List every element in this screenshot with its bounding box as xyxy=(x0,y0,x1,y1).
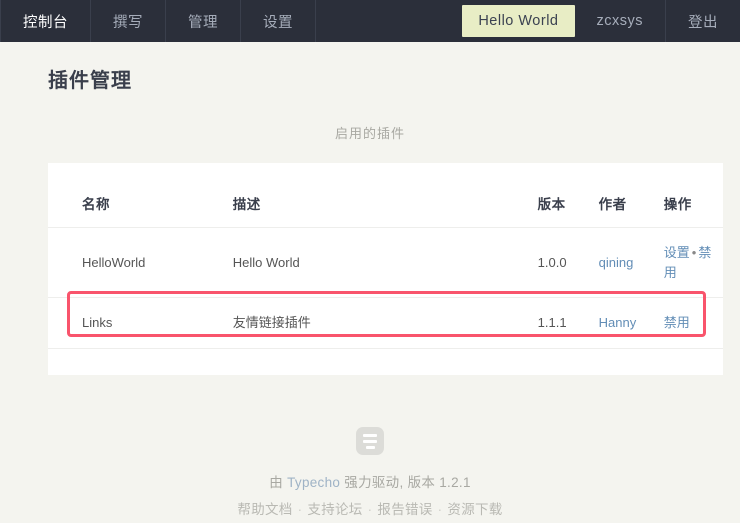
cell-plugin-name: Links xyxy=(48,297,227,349)
cell-plugin-description: 友情链接插件 xyxy=(226,297,532,349)
plugins-table-body: HelloWorld Hello World 1.0.0 qining 设置 • 禁… xyxy=(48,227,723,349)
typecho-link[interactable]: Typecho xyxy=(287,475,340,490)
typecho-logo-icon xyxy=(356,427,384,455)
nav-item-username[interactable]: zcxsys xyxy=(575,0,666,42)
cell-plugin-version: 1.0.0 xyxy=(531,227,593,298)
page-footer: 由 Typecho 强力驱动, 版本 1.2.1 帮助文档 · 支持论坛 · 报告错误 ·… xyxy=(0,425,740,523)
column-header-description: 描述 xyxy=(226,163,532,228)
plugin-author-link[interactable]: Hanny xyxy=(599,315,637,330)
plugins-table-head: 名称 描述 版本 作者 操作 xyxy=(48,163,723,228)
column-header-action: 操作 xyxy=(657,163,723,228)
footer-powered-suffix: 强力驱动, 版本 1.2.1 xyxy=(340,475,471,490)
navbar-spacer xyxy=(316,0,462,42)
cell-plugin-name: HelloWorld xyxy=(48,227,227,298)
section-heading-enabled-plugins: 启用的插件 xyxy=(334,126,405,141)
nav-item-manage[interactable]: 管理 xyxy=(166,0,241,42)
footer-link-docs[interactable]: 帮助文档 xyxy=(237,502,292,517)
nav-item-settings[interactable]: 设置 xyxy=(241,0,316,42)
nav-item-logout[interactable]: 登出 xyxy=(665,0,740,42)
footer-link-separator: · xyxy=(297,502,303,517)
cell-plugin-actions: 禁用 xyxy=(657,297,723,349)
navbar-user-menu: Hello World zcxsys 登出 xyxy=(462,0,740,42)
plugin-author-link[interactable]: qining xyxy=(599,255,634,270)
footer-links: 帮助文档 · 支持论坛 · 报告错误 · 资源下载 xyxy=(0,496,740,523)
cell-plugin-description: Hello World xyxy=(226,227,532,298)
navbar-primary-menu: 控制台 撰写 管理 设置 xyxy=(0,0,316,42)
footer-link-separator: · xyxy=(437,502,443,517)
page-title: 插件管理 xyxy=(48,70,132,92)
nav-item-write[interactable]: 撰写 xyxy=(91,0,166,42)
footer-link-downloads[interactable]: 资源下载 xyxy=(447,502,502,517)
cell-plugin-version: 1.1.1 xyxy=(531,297,593,349)
footer-link-report-bug[interactable]: 报告错误 xyxy=(377,502,432,517)
nav-item-dashboard[interactable]: 控制台 xyxy=(0,0,91,42)
plugins-table: 名称 描述 版本 作者 操作 HelloWorld Hello World 1.… xyxy=(48,163,723,349)
top-navbar: 控制台 撰写 管理 设置 Hello World zcxsys 登出 xyxy=(0,0,740,42)
nav-item-site-name[interactable]: Hello World xyxy=(462,5,575,37)
table-row: HelloWorld Hello World 1.0.0 qining 设置 • 禁… xyxy=(48,227,723,298)
table-row: Links 友情链接插件 1.1.1 Hanny 禁用 xyxy=(48,297,723,349)
cell-plugin-author: qining xyxy=(592,227,658,298)
page-content: 插件管理 启用的插件 名称 描述 版本 作者 操作 HelloWorld Hel… xyxy=(0,42,740,523)
column-header-version: 版本 xyxy=(531,163,593,228)
plugins-card: 名称 描述 版本 作者 操作 HelloWorld Hello World 1.… xyxy=(48,163,723,375)
plugin-disable-link[interactable]: 禁用 xyxy=(664,315,690,330)
footer-link-separator: · xyxy=(367,502,373,517)
cell-plugin-actions: 设置 • 禁用 xyxy=(657,227,723,298)
column-header-name: 名称 xyxy=(48,163,227,228)
column-header-author: 作者 xyxy=(592,163,658,228)
footer-link-forum[interactable]: 支持论坛 xyxy=(307,502,362,517)
cell-plugin-author: Hanny xyxy=(592,297,658,349)
table-header-row: 名称 描述 版本 作者 操作 xyxy=(48,163,723,228)
plugin-config-link[interactable]: 设置 xyxy=(664,245,690,260)
footer-powered-prefix: 由 xyxy=(269,475,288,490)
footer-powered-by: 由 Typecho 强力驱动, 版本 1.2.1 xyxy=(0,469,740,496)
